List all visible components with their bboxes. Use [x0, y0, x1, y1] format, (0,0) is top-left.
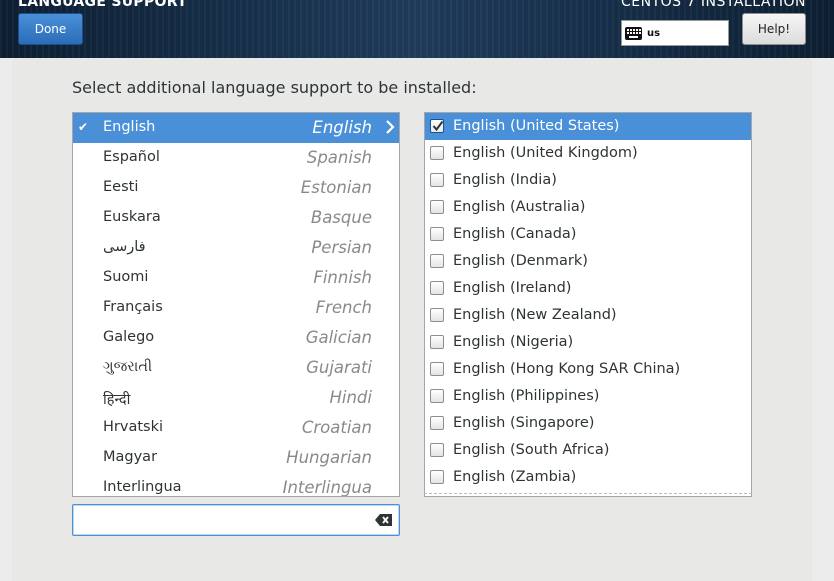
language-row[interactable]: فارسی Persian [73, 233, 399, 263]
language-native-name: Français [103, 299, 163, 315]
locale-checkbox[interactable] [430, 362, 444, 376]
locale-label: English (Hong Kong SAR China) [453, 361, 681, 377]
spoke-title: LANGUAGE SUPPORT [18, 0, 188, 10]
locale-checkbox[interactable] [430, 470, 444, 484]
product-title: CENTOS 7 INSTALLATION [621, 0, 806, 10]
locale-checkbox[interactable] [430, 146, 444, 160]
language-row[interactable]: Español Spanish [73, 143, 399, 173]
locale-row[interactable]: English (United Kingdom) [425, 140, 751, 167]
language-row[interactable]: ✔ English English [73, 113, 399, 143]
locale-row[interactable]: English (South Africa) [425, 437, 751, 464]
language-native-name: English [103, 119, 156, 135]
locale-checkbox[interactable] [430, 200, 444, 214]
help-button[interactable]: Help! [742, 13, 806, 45]
locale-label: English (New Zealand) [453, 307, 617, 323]
locale-checkbox[interactable] [430, 254, 444, 268]
language-search-input[interactable] [72, 504, 400, 536]
clear-search-icon[interactable] [375, 514, 392, 526]
language-native-name: فارسی [103, 239, 146, 255]
language-english-name: Galician [305, 328, 372, 347]
language-list[interactable]: ✔ English English Español Spanish Eesti Estoni… [72, 112, 400, 497]
locale-checkbox[interactable] [430, 308, 444, 322]
language-row[interactable]: Magyar Hungarian [73, 443, 399, 473]
header-bar: LANGUAGE SUPPORT CENTOS 7 INSTALLATION D… [0, 0, 834, 58]
language-english-name: Croatian [301, 418, 372, 437]
instruction-label: Select additional language support to be… [72, 78, 477, 97]
language-english-name: Hindi [329, 388, 372, 407]
language-english-name: Gujarati [306, 358, 372, 377]
keyboard-layout-indicator[interactable]: us [621, 20, 729, 46]
locale-label: English (Denmark) [453, 253, 588, 269]
locale-checkbox[interactable] [430, 389, 444, 403]
locale-row[interactable]: English (Ireland) [425, 275, 751, 302]
language-english-name: Hungarian [286, 448, 372, 467]
language-row[interactable]: Suomi Finnish [73, 263, 399, 293]
locale-row[interactable]: English (United States) [425, 113, 751, 140]
language-native-name: Interlingua [103, 479, 182, 495]
language-row[interactable]: हिन्दी Hindi [73, 383, 399, 413]
locale-label: English (Nigeria) [453, 334, 574, 350]
locale-checkbox[interactable] [430, 416, 444, 430]
list-divider [424, 493, 752, 494]
locale-label: English (India) [453, 172, 557, 188]
language-row[interactable]: ગુજરાતી Gujarati [73, 353, 399, 383]
keyboard-icon [625, 26, 642, 40]
language-row[interactable]: Eesti Estonian [73, 173, 399, 203]
done-button[interactable]: Done [18, 13, 83, 45]
language-english-name: Basque [310, 208, 372, 227]
locale-label: English (United States) [453, 118, 620, 134]
locale-row[interactable]: English (New Zealand) [425, 302, 751, 329]
language-native-name: Suomi [103, 269, 149, 285]
locale-checkbox[interactable] [430, 281, 444, 295]
checkbox-check-icon [432, 120, 444, 132]
locale-row[interactable]: English (Hong Kong SAR China) [425, 356, 751, 383]
language-row[interactable]: Hrvatski Croatian [73, 413, 399, 443]
locale-row[interactable]: English (India) [425, 167, 751, 194]
locale-label: English (Zambia) [453, 469, 577, 485]
locale-label: English (Philippines) [453, 388, 600, 404]
language-row[interactable]: Français French [73, 293, 399, 323]
language-english-name: Spanish [306, 148, 372, 167]
language-native-name: ગુજરાતી [103, 359, 153, 375]
locale-checkbox[interactable] [430, 173, 444, 187]
language-native-name: Español [103, 149, 160, 165]
locale-label: English (Ireland) [453, 280, 572, 296]
locale-label: English (Canada) [453, 226, 577, 242]
language-native-name: Magyar [103, 449, 158, 465]
locale-row[interactable]: English (Australia) [425, 194, 751, 221]
locale-checkbox[interactable] [430, 443, 444, 457]
chevron-right-icon [386, 120, 395, 134]
locale-label: English (Singapore) [453, 415, 595, 431]
language-row[interactable]: Euskara Basque [73, 203, 399, 233]
language-english-name: Estonian [300, 178, 372, 197]
language-native-name: Eesti [103, 179, 139, 195]
locale-checkbox[interactable] [430, 119, 444, 133]
locale-checkbox[interactable] [430, 335, 444, 349]
keyboard-layout-code: us [647, 27, 661, 39]
language-native-name: Hrvatski [103, 419, 163, 435]
locale-label: English (Australia) [453, 199, 586, 215]
language-native-name: Galego [103, 329, 155, 345]
language-row[interactable]: Galego Galician [73, 323, 399, 353]
language-english-name: English [312, 118, 372, 137]
locale-row[interactable]: English (Philippines) [425, 383, 751, 410]
language-native-name: Euskara [103, 209, 161, 225]
language-english-name: Finnish [313, 268, 372, 287]
locale-row[interactable]: English (Nigeria) [425, 329, 751, 356]
locale-row[interactable]: English (Canada) [425, 221, 751, 248]
checkmark-icon: ✔ [78, 120, 89, 134]
locale-list[interactable]: English (United States) English (United K… [424, 112, 752, 497]
language-native-name: हिन्दी [103, 392, 131, 408]
locale-label: English (South Africa) [453, 442, 610, 458]
language-english-name: French [315, 298, 372, 317]
locale-label: English (United Kingdom) [453, 145, 638, 161]
language-english-name: Interlingua [282, 478, 372, 497]
language-english-name: Persian [311, 238, 372, 257]
locale-row[interactable]: English (Denmark) [425, 248, 751, 275]
language-row[interactable]: Interlingua Interlingua [73, 473, 399, 497]
locale-row[interactable]: English (Singapore) [425, 410, 751, 437]
locale-checkbox[interactable] [430, 227, 444, 241]
locale-row[interactable]: English (Zambia) [425, 464, 751, 491]
